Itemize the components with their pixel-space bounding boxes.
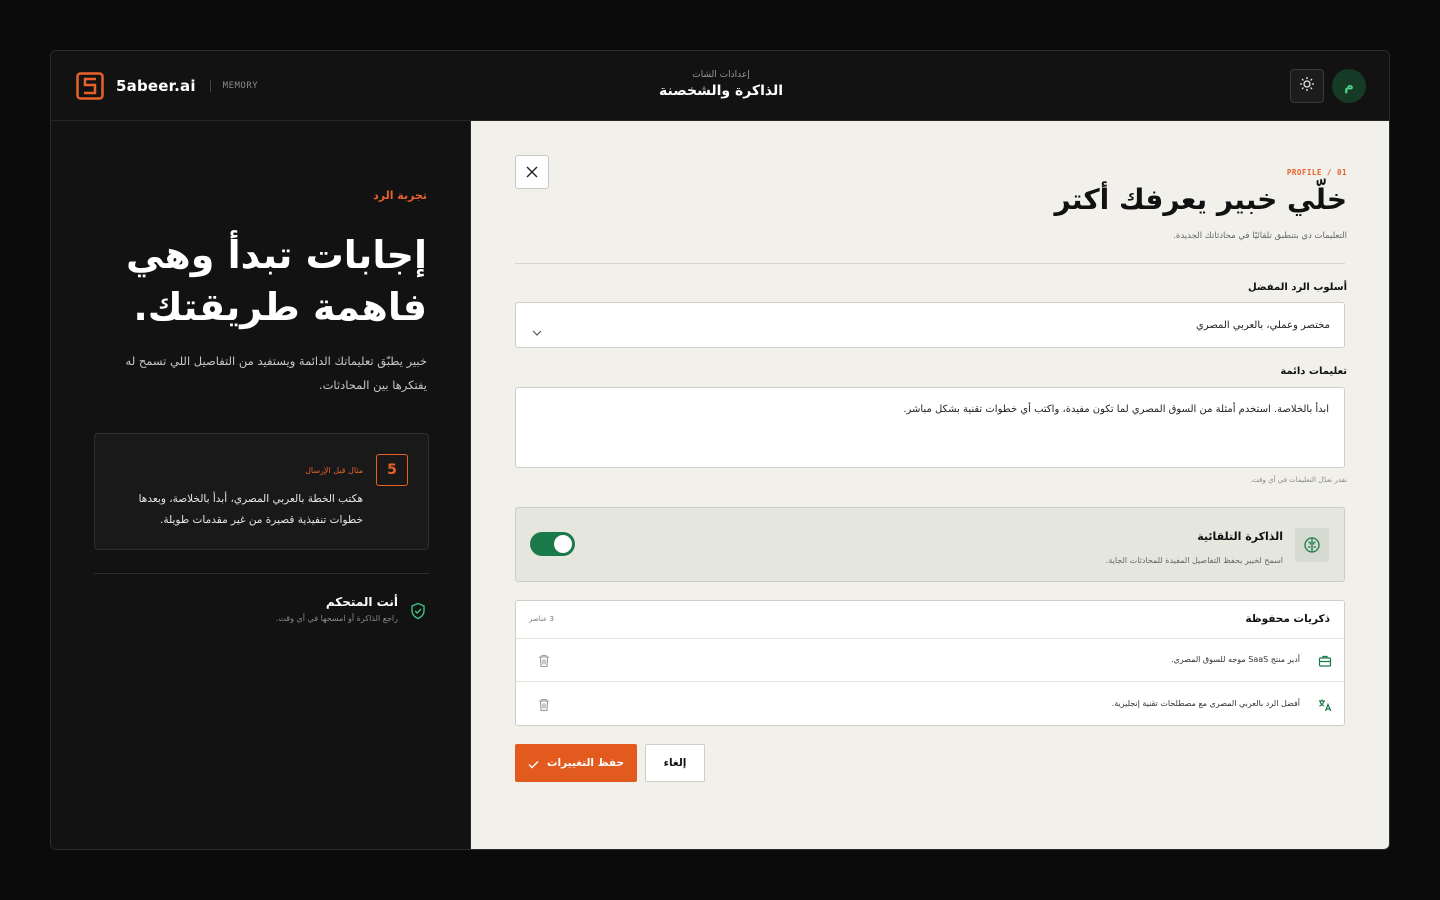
instructions-label: تعليمات دائمة xyxy=(1280,366,1347,377)
saved-memories-header: ذكريات محفوظة 3 عناصر xyxy=(516,601,1344,639)
save-changes-button[interactable]: حفظ التغييرات xyxy=(515,744,637,782)
user-avatar[interactable]: م xyxy=(1332,69,1366,103)
example-text: هكتب الخطة بالعربي المصري، أبدأ بالخلاصة… xyxy=(138,493,363,526)
memory-text: أفضل الرد بالعربي المصري مع مصطلحات تقني… xyxy=(1111,699,1300,708)
chevron-down-icon xyxy=(532,322,542,336)
saved-memories-title: ذكريات محفوظة xyxy=(1245,613,1330,625)
example-card: 5 مثال قبل الإرسال هكتب الخطة بالعربي ال… xyxy=(94,433,429,550)
brand-name: 5abeer.ai xyxy=(116,77,196,95)
preview-heading: إجابات تبدأ وهي فاهمة طريقتك. xyxy=(125,233,427,329)
section-tag: PROFILE / 01 xyxy=(1286,168,1347,177)
app-window: 5abeer.ai MEMORY إعدادات الشات الذاكرة و… xyxy=(50,50,1390,850)
divider xyxy=(94,573,429,574)
translate-icon xyxy=(1318,697,1332,712)
settings-panel: PROFILE / 01 خلّي خبير يعرفك أكتر التعلي… xyxy=(471,121,1389,849)
response-style-select[interactable]: مختصر وعملي، بالعربي المصري xyxy=(515,302,1345,348)
memory-item: أفضل الرد بالعربي المصري مع مصطلحات تقني… xyxy=(516,683,1344,726)
save-label: حفظ التغييرات xyxy=(546,757,625,769)
close-icon xyxy=(526,163,538,182)
close-button[interactable] xyxy=(515,155,549,189)
check-icon xyxy=(528,754,539,773)
top-bar: 5abeer.ai MEMORY إعدادات الشات الذاكرة و… xyxy=(51,51,1389,121)
section-subtitle: التعليمات دي بتنطبق تلقائيًا في محادثاتك… xyxy=(1173,231,1347,241)
instructions-textarea[interactable]: ابدأ بالخلاصة. استخدم أمثلة من السوق الم… xyxy=(515,387,1345,468)
instructions-hint: تقدر تعدّل التعليمات في أي وقت. xyxy=(1250,476,1347,484)
saved-memories-count: 3 عناصر xyxy=(529,615,554,623)
5-logo-icon xyxy=(76,72,104,100)
auto-memory-subtitle: اسمح لخبير يحفظ التفاصيل المفيدة للمحادث… xyxy=(1105,556,1283,565)
brand[interactable]: 5abeer.ai MEMORY xyxy=(76,71,258,101)
theme-toggle-button[interactable] xyxy=(1290,69,1324,103)
breadcrumb: إعدادات الشات xyxy=(692,70,750,80)
trash-icon[interactable] xyxy=(538,653,550,668)
style-label: أسلوب الرد المفضل xyxy=(1247,282,1347,293)
saved-memories: ذكريات محفوظة 3 عناصر أدير منتج SaaS موج… xyxy=(515,600,1345,726)
page-heading: إعدادات الشات الذاكرة والشخصنة xyxy=(571,70,871,99)
control-subtitle: راجع الذاكرة أو امسحها في أي وقت. xyxy=(275,614,398,623)
select-value: مختصر وعملي، بالعربي المصري xyxy=(1196,320,1330,331)
toggle-knob xyxy=(554,535,572,553)
example-label: مثال قبل الإرسال xyxy=(305,466,363,475)
example-badge: 5 xyxy=(376,454,408,486)
auto-memory-card: الذاكرة التلقائية اسمح لخبير يحفظ التفاص… xyxy=(515,507,1345,582)
page-title: الذاكرة والشخصنة xyxy=(658,83,784,99)
shield-check-icon xyxy=(409,602,427,620)
preview-panel: تجربة الرد إجابات تبدأ وهي فاهمة طريقتك.… xyxy=(51,121,471,849)
section-title: خلّي خبير يعرفك أكتر xyxy=(1054,183,1347,216)
preview-tag: تجربة الرد xyxy=(373,189,427,202)
cancel-button[interactable]: إلغاء xyxy=(645,744,705,782)
sun-icon xyxy=(1299,76,1315,96)
section-divider xyxy=(515,263,1345,264)
brain-icon xyxy=(1295,528,1329,562)
memory-text: أدير منتج SaaS موجه للسوق المصري. xyxy=(1170,655,1300,664)
briefcase-icon xyxy=(1318,653,1332,667)
brand-separator xyxy=(209,80,211,92)
preview-description: خبير يطبّق تعليماتك الدائمة ويستفيد من ا… xyxy=(125,354,427,392)
brand-tag: MEMORY xyxy=(222,81,259,91)
auto-memory-toggle[interactable] xyxy=(530,532,575,556)
memory-item: أدير منتج SaaS موجه للسوق المصري. xyxy=(516,639,1344,682)
trash-icon[interactable] xyxy=(538,697,550,712)
control-title: أنت المتحكم xyxy=(325,595,398,609)
auto-memory-title: الذاكرة التلقائية xyxy=(1197,530,1283,543)
